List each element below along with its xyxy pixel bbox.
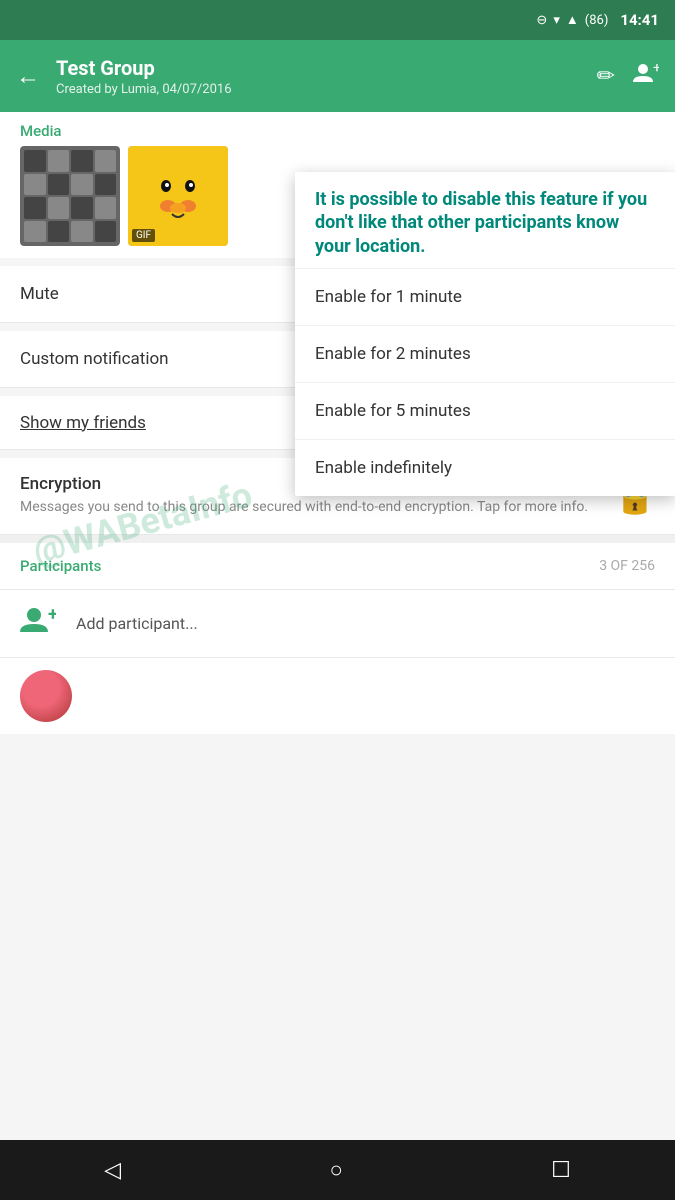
header-title-block: Test Group Created by Lumia, 04/07/2016 [56,56,581,97]
dropdown-item-indefinitely[interactable]: Enable indefinitely [295,439,675,496]
signal-icon: ▲ [566,12,579,28]
media-thumb-keyboard[interactable] [20,146,120,246]
participants-count: 3 OF 256 [599,558,655,574]
svg-text:+: + [653,62,659,76]
edit-icon[interactable]: ✏ [597,64,615,89]
show-friends-label: Show my friends [20,413,146,433]
header-actions: ✏ + [597,62,659,90]
section-divider [0,535,675,543]
avatar-image [20,670,72,722]
participants-header: Participants 3 OF 256 [0,543,675,590]
wifi-icon: ▾ [553,13,560,28]
mute-label: Mute [20,284,59,304]
dropdown-menu: It is possible to disable this feature i… [295,172,675,496]
dropdown-item-5min[interactable]: Enable for 5 minutes [295,382,675,439]
dropdown-item-1min[interactable]: Enable for 1 minute [295,268,675,325]
group-title: Test Group [56,56,581,80]
add-participant-row[interactable]: + Add participant... [0,590,675,658]
participants-label: Participants [20,557,101,575]
add-participant-label: Add participant... [76,614,198,633]
status-icons: ⊖ ▾ ▲ (86) 14:41 [536,11,659,29]
svg-text:+: + [48,606,56,625]
header: ← Test Group Created by Lumia, 04/07/201… [0,40,675,112]
dropdown-header: It is possible to disable this feature i… [295,172,675,268]
content-area: Media [0,112,675,1140]
media-section-label: Media [0,112,675,146]
add-participant-icon: + [20,606,56,641]
group-subtitle: Created by Lumia, 04/07/2016 [56,82,581,97]
custom-notification-label: Custom notification [20,349,169,369]
minus-icon: ⊖ [536,13,547,28]
battery-icon: (86) [585,13,609,28]
nav-recent-button[interactable]: ☐ [551,1158,571,1183]
nav-back-button[interactable]: ◁ [104,1158,121,1183]
back-button[interactable]: ← [16,62,40,91]
add-person-icon[interactable]: + [633,62,659,90]
participant-row[interactable] [0,658,675,734]
avatar [20,670,72,722]
encryption-desc: Messages you send to this group are secu… [20,498,603,518]
status-bar: ⊖ ▾ ▲ (86) 14:41 [0,0,675,40]
media-thumb-pikachu[interactable]: GIF [128,146,228,246]
gif-badge: GIF [132,229,155,242]
status-time: 14:41 [620,11,659,29]
bottom-nav: ◁ ○ ☐ [0,1140,675,1200]
nav-home-button[interactable]: ○ [329,1157,342,1183]
dropdown-item-2min[interactable]: Enable for 2 minutes [295,325,675,382]
